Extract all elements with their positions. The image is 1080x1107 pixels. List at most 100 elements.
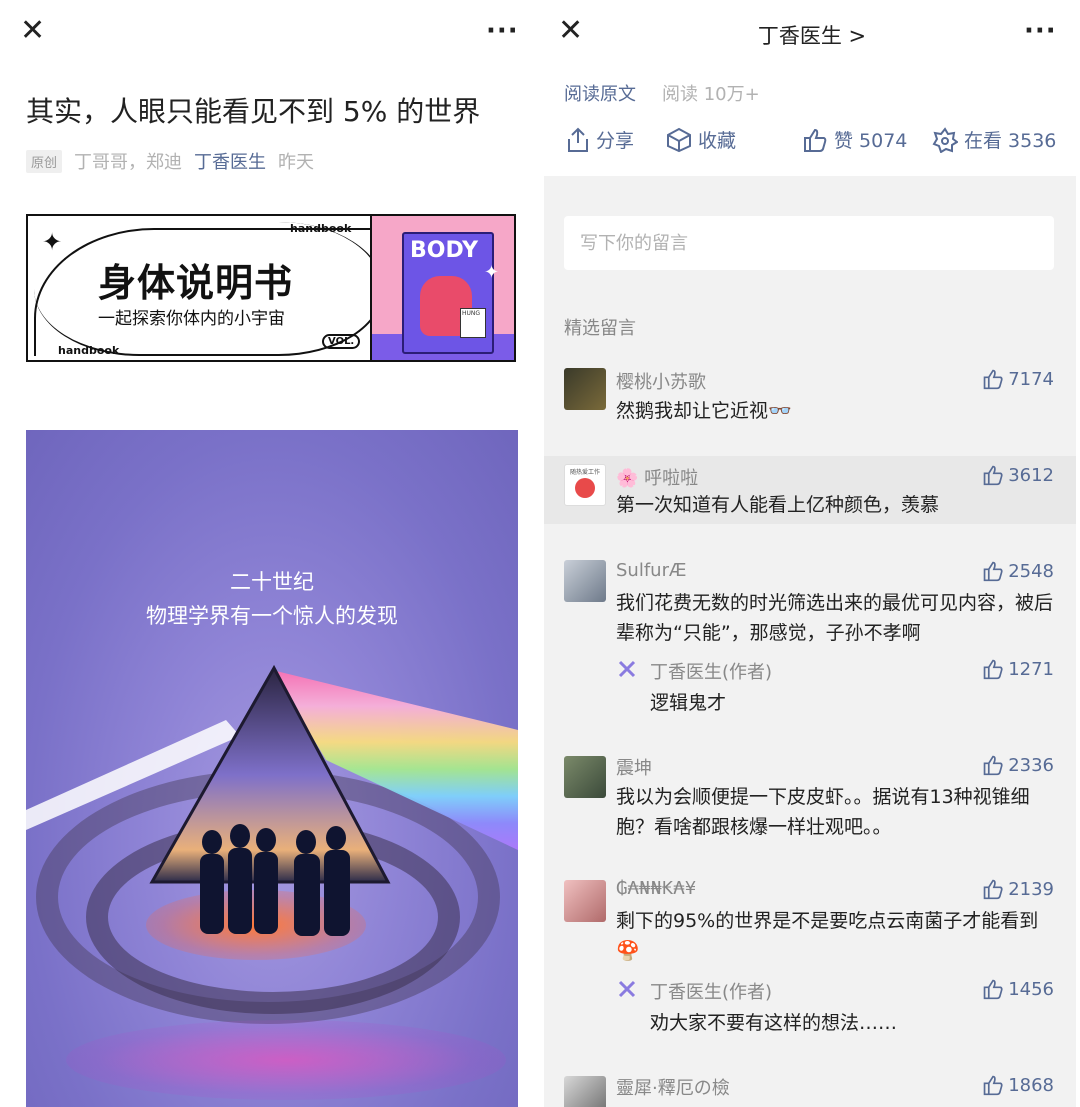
comment-like-count: 3612 [1008,464,1054,486]
comments-pane: ✕ 丁香医生 > ··· 阅读原文 阅读 10万+ 分享 收藏 赞 5074 在… [544,0,1080,1107]
like-button[interactable]: 赞 5074 [802,126,907,153]
reply-author[interactable]: 丁香医生(作者) [650,978,772,1004]
reply-like-count: 1271 [1008,658,1054,680]
wow-label: 在看 3536 [964,130,1057,152]
thumbs-up-icon [983,369,1003,390]
reply-text: 逻辑鬼才 [650,692,727,714]
sparkle-icon: ✦ [42,228,63,256]
reply-like-button[interactable]: 1271 [982,658,1054,680]
book-title: BODY [410,238,479,263]
comment-text: 然鹅我却让它近视👓 [616,400,792,422]
thumbs-up-icon [804,128,827,152]
close-icon[interactable]: ✕ [20,16,45,46]
reply-text: 劝大家不要有这样的想法…… [650,1012,898,1034]
vol-badge: VOL. [322,334,361,349]
comment-item[interactable]: 樱桃小苏歌 7174 然鹅我却让它近视👓 [544,356,1076,446]
thumbs-up-icon [983,659,1003,680]
comment-author[interactable]: SulfurÆ [616,560,687,581]
comment-author[interactable]: 樱桃小苏歌 [616,368,706,394]
like-label: 赞 5074 [834,130,908,152]
collect-button[interactable]: 收藏 [666,126,736,153]
avatar[interactable] [564,756,606,798]
comment-item[interactable]: ₲₳₦₦₭₳¥ 2139 剩下的95%的世界是不是要吃点云南菌子才能看到🍄 丁香… [544,876,1076,1046]
read-row: 阅读原文 阅读 10万+ [564,80,760,106]
reply-like-count: 1456 [1008,978,1054,1000]
comment-like-count: 7174 [1008,368,1054,390]
account-title[interactable]: 丁香医生 > [544,20,1080,50]
comment-like-button[interactable]: 2139 [982,878,1054,900]
comment-text: 剩下的95%的世界是不是要吃点云南菌子才能看到🍄 [616,910,1039,962]
comment-input-box[interactable] [564,216,1056,270]
poster-caption-line1: 二十世纪 [230,570,314,594]
share-button[interactable]: 分享 [566,126,634,153]
avatar-figure [575,478,595,498]
avatar[interactable] [564,368,606,410]
action-bar: 分享 收藏 赞 5074 在看 3536 [544,126,1080,158]
read-original-link[interactable]: 阅读原文 [564,80,636,106]
comment-like-count: 2336 [1008,754,1054,776]
comment-text: 我以为会顺便提一下皮皮虾。。据说有13种视锥细胞？看啥都跟核爆一样壮观吧。。 [616,786,1030,838]
thumbs-up-icon [983,879,1003,900]
comment-text: 第一次知道有人能看上亿种颜色，羡慕 [616,494,940,516]
prism-poster: 二十世纪 物理学界有一个惊人的发现 [26,430,518,1107]
more-icon[interactable]: ··· [1024,18,1057,44]
comment-text: 我们花费无数的时光筛选出来的最优可见内容，被后辈称为“只能”，那感觉，子孙不孝啊 [616,592,1054,644]
comment-author[interactable]: 震坤 [616,754,652,780]
wow-button[interactable]: 在看 3536 [932,126,1056,153]
poster-caption-line2: 物理学界有一个惊人的发现 [146,604,398,628]
thumbs-up-icon [983,979,1003,1000]
thumbs-up-icon [983,561,1003,582]
comment-item[interactable]: 靈犀·釋厄の檢 1868 [544,1072,1076,1107]
comments-area: 精选留言 樱桃小苏歌 7174 然鹅我却让它近视👓 随热爱工作 🌸 呼啦啦 36… [544,176,1076,1107]
share-label: 分享 [596,130,635,152]
article-pane: ✕ ··· 其实，人眼只能看见不到 5% 的世界 原创 丁哥哥，郑迪 丁香医生 … [0,0,540,1107]
collect-label: 收藏 [698,130,737,152]
comment-item[interactable]: 随热爱工作 🌸 呼啦啦 3612 第一次知道有人能看上亿种颜色，羡慕 [544,456,1076,524]
author-logo-icon [618,980,636,998]
series-banner: handbook handbook ✦ 身体说明书 一起探索你体内的小宇宙 VO… [26,214,516,362]
wow-icon [932,126,958,153]
book-note: HUNG [460,308,486,338]
comment-like-button[interactable]: 1868 [982,1074,1054,1096]
banner-label-bottom: handbook [58,344,120,357]
banner-label-top: handbook [290,222,352,235]
comment-like-button[interactable]: 7174 [982,368,1054,390]
comment-author[interactable]: ₲₳₦₦₭₳¥ [616,878,696,899]
reply-like-button[interactable]: 1456 [982,978,1054,1000]
read-count: 阅读 10万+ [662,84,760,105]
thumbs-up-icon [983,1075,1003,1096]
avatar[interactable] [564,560,606,602]
banner-subtitle: 一起探索你体内的小宇宙 [98,309,285,329]
featured-comments-label: 精选留言 [564,318,636,339]
prism-illustration [26,664,518,936]
comment-like-count: 1868 [1008,1074,1054,1096]
comment-like-button[interactable]: 3612 [982,464,1054,486]
avatar[interactable] [564,880,606,922]
thumbs-up-icon [983,755,1003,776]
article-meta: 原创 丁哥哥，郑迪 丁香医生 昨天 [26,148,314,174]
author-logo-icon [618,660,636,678]
account-link[interactable]: 丁香医生 [194,148,266,174]
cube-icon [667,127,691,152]
banner-illustration: BODY HUNG ✦ [370,216,514,360]
sparkle-icon: ✦ [484,262,500,283]
avatar-caption: 随热爱工作 [569,469,600,476]
avatar[interactable]: 随热爱工作 [564,464,606,506]
comment-input[interactable] [564,216,1056,270]
more-icon[interactable]: ··· [486,18,519,44]
comment-like-count: 2139 [1008,878,1054,900]
comment-author[interactable]: 🌸 呼啦啦 [616,464,698,490]
banner-title: 身体说明书 [98,261,294,305]
comment-like-button[interactable]: 2548 [982,560,1054,582]
comment-like-button[interactable]: 2336 [982,754,1054,776]
reply-author[interactable]: 丁香医生(作者) [650,658,772,684]
share-icon [568,127,588,152]
comment-author[interactable]: 靈犀·釋厄の檢 [616,1074,730,1100]
thumbs-up-icon [983,465,1003,486]
comment-item[interactable]: SulfurÆ 2548 我们花费无数的时光筛选出来的最优可见内容，被后辈称为“… [544,552,1076,722]
comment-item[interactable]: 震坤 2336 我以为会顺便提一下皮皮虾。。据说有13种视锥细胞？看啥都跟核爆一… [544,752,1076,852]
article-title: 其实，人眼只能看见不到 5% 的世界 [26,95,481,128]
original-tag: 原创 [26,149,63,173]
article-authors: 丁哥哥，郑迪 [74,152,183,173]
avatar[interactable] [564,1076,606,1107]
